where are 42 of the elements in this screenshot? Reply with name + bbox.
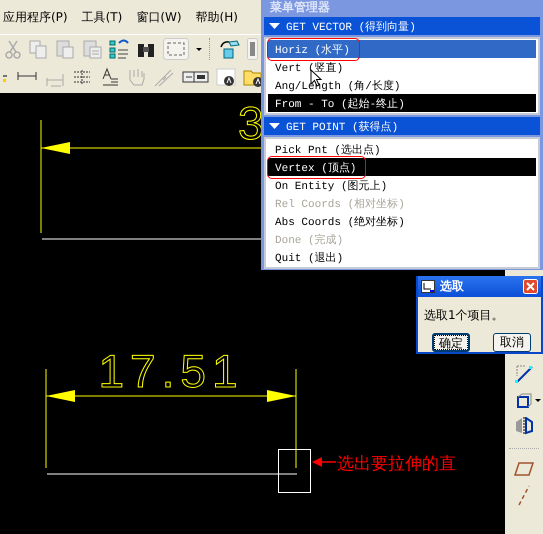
section-header[interactable]: GET VECTOR (得到向量) [264, 17, 540, 35]
menu-item[interactable]: 帮助(H) [194, 6, 240, 28]
dimension-value: 17.51 [98, 345, 244, 397]
caret-icon[interactable] [535, 399, 541, 402]
arrow-icon [312, 457, 336, 467]
selection-box-icon[interactable] [163, 38, 189, 60]
menu-item[interactable]: Pick Pnt (选出点) [268, 140, 536, 158]
window-title: 菜单管理器 [269, 0, 331, 15]
dialog-title: 选取 [440, 278, 465, 295]
rotate-cube-icon[interactable] [218, 38, 240, 60]
selection-box [278, 449, 311, 493]
menu-item[interactable]: On Entity (图元上) [268, 176, 536, 194]
cube-icon[interactable] [517, 393, 532, 408]
triangle-icon[interactable] [269, 23, 280, 29]
menu-item[interactable]: Quit (退出) [268, 248, 536, 266]
menu-item[interactable]: 应用程序(P) [1, 6, 70, 28]
triangle-icon[interactable] [269, 123, 280, 129]
menu-item[interactable]: 工具(T) [80, 6, 124, 28]
dashed-line-icon[interactable] [517, 485, 531, 507]
dialog-message: 选取1个项目。 [423, 307, 505, 324]
caret-icon[interactable] [196, 48, 202, 50]
menu-item[interactable]: From - To (起始-终止) [268, 94, 536, 112]
window-icon[interactable] [421, 280, 435, 293]
menu-item[interactable]: 窗口(W) [134, 6, 184, 28]
mirror-icon[interactable] [515, 417, 533, 435]
panel-icon[interactable] [247, 38, 258, 60]
section-header[interactable]: GET POINT (获得点) [264, 117, 540, 135]
dimension-value: 3 [238, 97, 264, 149]
parallelogram-icon[interactable] [514, 462, 534, 476]
section-title: GET POINT (获得点) [286, 120, 398, 134]
annotation-text: 选出要拉伸的直 [337, 454, 456, 474]
dialog-button[interactable]: 取消 [493, 333, 531, 352]
menu-item[interactable]: Vertex (顶点) [268, 158, 536, 176]
section-title: GET VECTOR (得到向量) [286, 20, 416, 34]
menu-item[interactable]: Abs Coords (绝对坐标) [268, 212, 536, 230]
close-icon[interactable] [523, 279, 538, 294]
annotation-icon[interactable] [216, 66, 236, 88]
dialog-button[interactable]: 确定 [432, 333, 470, 352]
list-refresh-icon[interactable] [109, 38, 129, 60]
menu-item[interactable]: Horiz (水平) [268, 40, 536, 58]
line-angle-icon[interactable] [514, 364, 534, 384]
menu-item[interactable]: Ang/Length (角/长度) [268, 76, 536, 94]
